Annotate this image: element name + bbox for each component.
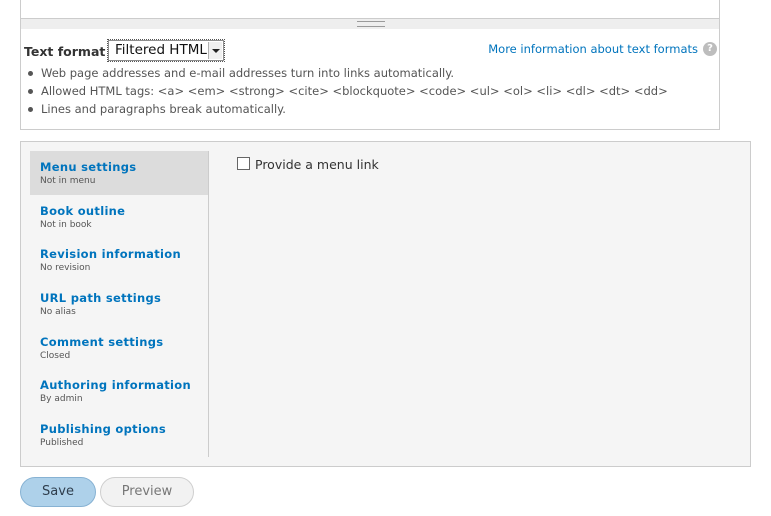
- vtab-summary: No alias: [40, 307, 76, 318]
- filter-tip-text: Allowed HTML tags: <a> <em> <strong> <ci…: [41, 84, 668, 98]
- vtab-title: URL path settings: [40, 291, 162, 306]
- vtab-summary: Closed: [40, 350, 71, 361]
- vtab-revision-information[interactable]: Revision information No revision: [30, 238, 208, 282]
- focus-ring: [107, 39, 225, 62]
- vtab-summary: Not in book: [40, 219, 92, 230]
- filter-tip-text: Lines and paragraphs break automatically…: [41, 102, 286, 116]
- vtab-pane-menu-settings: Provide a menu link: [237, 157, 379, 172]
- vtab-summary: No revision: [40, 263, 91, 274]
- vtab-summary: Published: [40, 438, 84, 449]
- vtab-publishing-options[interactable]: Publishing options Published: [30, 413, 208, 457]
- bullet-icon: [28, 71, 33, 76]
- text-format-select[interactable]: Filtered HTML: [107, 39, 225, 62]
- filter-tip: Web page addresses and e-mail addresses …: [27, 64, 668, 82]
- text-format-wrapper: Text format Filtered HTML More informati…: [20, 29, 720, 130]
- vtab-title: Publishing options: [40, 422, 167, 437]
- vtab-comment-settings[interactable]: Comment settings Closed: [30, 326, 208, 370]
- provide-menu-link-option[interactable]: Provide a menu link: [237, 157, 379, 172]
- filter-tip-text: Web page addresses and e-mail addresses …: [41, 66, 455, 80]
- vtab-book-outline[interactable]: Book outline Not in book: [30, 195, 208, 239]
- vtab-title: Book outline: [40, 203, 126, 218]
- vtab-authoring-information[interactable]: Authoring information By admin: [30, 369, 208, 413]
- vtab-menu-settings[interactable]: Menu settings Not in menu: [30, 151, 208, 195]
- grip-lines-icon: [357, 21, 385, 27]
- preview-button[interactable]: Preview: [100, 477, 194, 507]
- filter-tip: Lines and paragraphs break automatically…: [27, 100, 668, 118]
- body-textarea[interactable]: [20, 0, 720, 18]
- vtab-url-path-settings[interactable]: URL path settings No alias: [30, 282, 208, 326]
- filter-tip: Allowed HTML tags: <a> <em> <strong> <ci…: [27, 82, 668, 100]
- text-format-label: Text format: [24, 44, 106, 59]
- vtab-summary: Not in menu: [40, 176, 96, 186]
- vtab-summary: By admin: [40, 394, 83, 405]
- provide-menu-link-label: Provide a menu link: [255, 157, 379, 172]
- vtab-title: Menu settings: [40, 160, 137, 174]
- save-button[interactable]: Save: [20, 477, 96, 507]
- vtab-title: Revision information: [40, 247, 181, 262]
- vtab-title: Comment settings: [40, 334, 164, 349]
- vertical-tabs-list: Menu settings Not in menu Book outline N…: [30, 151, 209, 457]
- bullet-icon: [28, 89, 33, 94]
- bullet-icon: [28, 107, 33, 112]
- vertical-tabs: Menu settings Not in menu Book outline N…: [20, 141, 751, 467]
- vtab-title: Authoring information: [40, 378, 191, 393]
- more-info-text-formats-link[interactable]: More information about text formats: [488, 42, 698, 56]
- provide-menu-link-checkbox[interactable]: [237, 157, 250, 170]
- filter-tips-list: Web page addresses and e-mail addresses …: [27, 64, 668, 118]
- help-icon[interactable]: ?: [703, 42, 717, 56]
